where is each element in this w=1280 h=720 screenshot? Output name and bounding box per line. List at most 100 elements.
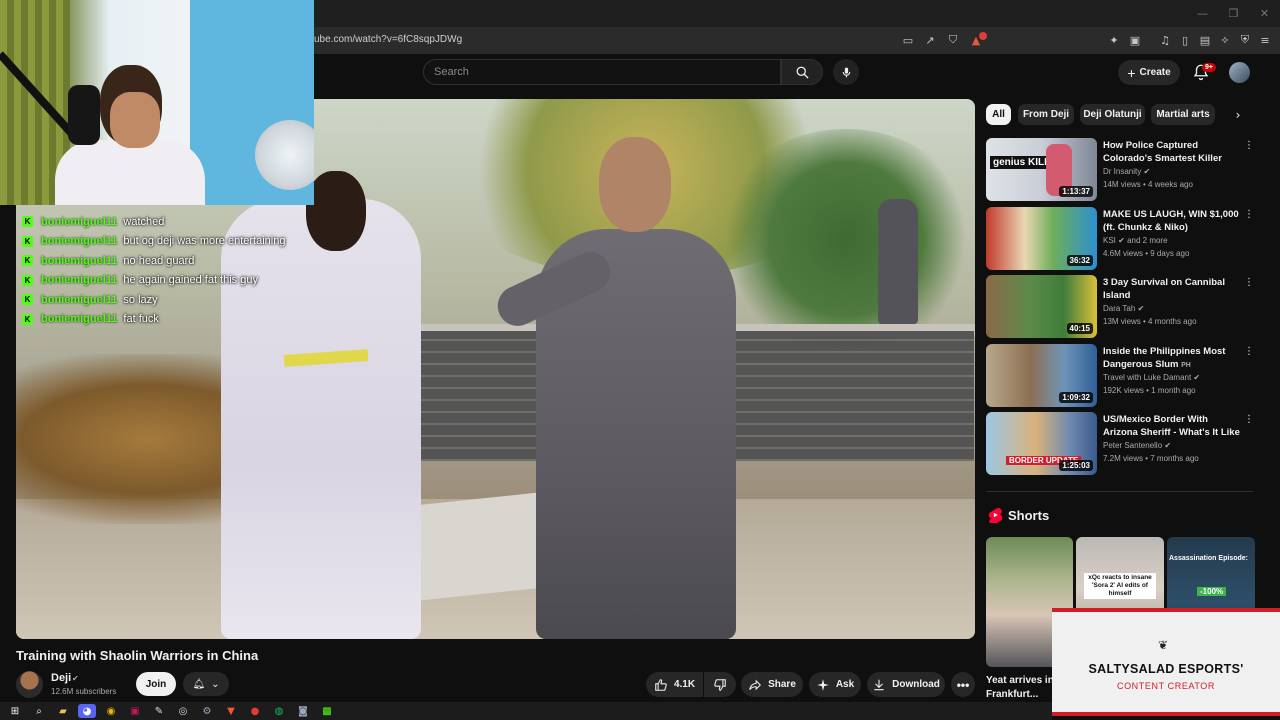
- channel-name[interactable]: Dr Insanity ✔: [1103, 167, 1150, 176]
- like-count: 4.1K: [673, 679, 696, 690]
- share-page-icon[interactable]: ↗: [922, 32, 938, 48]
- search-input[interactable]: [424, 60, 780, 84]
- channel-name[interactable]: KSI ✔ and 2 more: [1103, 236, 1168, 245]
- join-button[interactable]: Join: [136, 672, 176, 696]
- obs-icon[interactable]: ◎: [174, 704, 192, 718]
- chevron-right-icon[interactable]: ›: [1229, 106, 1247, 124]
- dislike-button[interactable]: [704, 672, 736, 697]
- verified-icon: ✔: [1143, 167, 1151, 176]
- recommendation-item[interactable]: genius KILLER 1:13:37 How Police Capture…: [986, 138, 1256, 202]
- video-title[interactable]: MAKE US LAUGH, WIN $1,000 (ft. Chunkz & …: [1103, 208, 1241, 234]
- download-button[interactable]: Download: [867, 672, 945, 697]
- leo-ai-icon[interactable]: ✧: [1217, 32, 1233, 48]
- search-field[interactable]: [423, 59, 781, 85]
- video-thumbnail[interactable]: 36:32: [986, 207, 1097, 270]
- brave-shield-icon[interactable]: ⛉: [945, 32, 961, 48]
- short-overlay-text: -100%: [1197, 587, 1227, 596]
- video-thumbnail[interactable]: 1:09:32: [986, 344, 1097, 407]
- chevron-down-icon: ⌄: [211, 678, 220, 690]
- channel-avatar[interactable]: [16, 671, 43, 698]
- plus-icon: +: [1127, 64, 1136, 81]
- webcam-microphone: [68, 85, 100, 145]
- menu-icon[interactable]: ≡: [1257, 32, 1273, 48]
- channel-name[interactable]: Travel with Luke Damant ✔: [1103, 373, 1200, 382]
- recommendation-item[interactable]: 36:32 MAKE US LAUGH, WIN $1,000 (ft. Chu…: [986, 207, 1256, 271]
- app-icon[interactable]: ▣: [126, 704, 144, 718]
- create-button[interactable]: + Create: [1118, 60, 1180, 85]
- recommendation-item[interactable]: BORDER UPDATE 1:25:03 US/Mexico Border W…: [986, 412, 1256, 476]
- vpn-icon[interactable]: ⛨: [1237, 32, 1253, 48]
- account-avatar[interactable]: [1229, 62, 1250, 83]
- video-thumbnail[interactable]: 40:15: [986, 275, 1097, 338]
- like-button[interactable]: 4.1K: [646, 672, 703, 697]
- wallet-icon[interactable]: ▤: [1197, 32, 1213, 48]
- thumbs-down-icon: [714, 678, 726, 691]
- chrome-icon[interactable]: ◉: [102, 704, 120, 718]
- more-vertical-icon[interactable]: ⋮: [1244, 346, 1254, 357]
- more-actions-button[interactable]: •••: [951, 672, 975, 697]
- record-icon[interactable]: ●: [246, 704, 264, 718]
- more-vertical-icon[interactable]: ⋮: [1244, 209, 1254, 220]
- video-duration: 1:13:37: [1059, 186, 1093, 197]
- kick-icon[interactable]: ▩: [318, 704, 336, 718]
- channel-name[interactable]: Peter Santenello ✔: [1103, 441, 1171, 450]
- more-horizontal-icon: •••: [956, 677, 970, 692]
- close-icon[interactable]: ✕: [1249, 0, 1280, 27]
- media-icon[interactable]: ♫: [1157, 32, 1173, 48]
- subscribed-notifications-button[interactable]: 🔔︎ ⌄: [183, 672, 229, 696]
- more-vertical-icon[interactable]: ⋮: [1244, 140, 1254, 151]
- share-button[interactable]: Share: [741, 672, 803, 697]
- search-icon[interactable]: ⌕: [30, 704, 48, 718]
- windows-start-icon[interactable]: ⊞: [6, 704, 24, 718]
- extensions-icon[interactable]: ✦: [1106, 32, 1122, 48]
- steam-icon[interactable]: ⚙: [198, 704, 216, 718]
- screenshot-icon[interactable]: ▣: [1127, 32, 1143, 48]
- minimize-icon[interactable]: —: [1187, 0, 1218, 27]
- url-text[interactable]: ube.com/watch?v=6fC8sqpJDWg: [314, 34, 462, 45]
- chip-all[interactable]: All: [986, 104, 1011, 125]
- chat-text: watched: [123, 215, 165, 228]
- shorts-logo-icon: [988, 508, 1002, 523]
- stream-chat-overlay: Kboniemiguel11 watched Kboniemiguel11 but …: [22, 212, 342, 329]
- file-explorer-icon[interactable]: ▰: [54, 704, 72, 718]
- banner-accent: [1052, 712, 1280, 716]
- chat-username: boniemiguel11: [41, 293, 118, 306]
- recommendation-item[interactable]: 40:15 3 Day Survival on Cannibal Island …: [986, 275, 1256, 339]
- ask-label: Ask: [835, 679, 855, 690]
- brave-icon[interactable]: ▼: [222, 704, 240, 718]
- chat-text: so lazy: [123, 293, 158, 306]
- recommendation-item[interactable]: 1:09:32 Inside the Philippines Most Dang…: [986, 344, 1256, 408]
- voice-search-button[interactable]: [833, 59, 859, 85]
- maximize-icon[interactable]: ❐: [1218, 0, 1249, 27]
- more-vertical-icon[interactable]: ⋮: [1244, 414, 1254, 425]
- channel-name[interactable]: Dara Tah ✔: [1103, 304, 1144, 313]
- window-controls: — ❐ ✕: [1187, 0, 1280, 27]
- video-title: Training with Shaolin Warriors in China: [16, 648, 259, 663]
- video-title[interactable]: US/Mexico Border With Arizona Sheriff - …: [1103, 413, 1241, 439]
- video-title[interactable]: Inside the Philippines Most Dangerous Sl…: [1103, 345, 1241, 371]
- cast-icon[interactable]: ▭: [900, 32, 916, 48]
- search-icon: [796, 66, 809, 79]
- chip-from-deji[interactable]: From Deji: [1018, 104, 1074, 125]
- short-caption: xQc reacts to insane 'Sora 2' AI edits o…: [1084, 573, 1156, 599]
- video-duration: 40:15: [1066, 323, 1093, 334]
- spotify-icon[interactable]: ◍: [270, 704, 288, 718]
- ask-button[interactable]: Ask: [809, 672, 861, 697]
- controller-icon[interactable]: ◙: [294, 704, 312, 718]
- pen-icon[interactable]: ✎: [150, 704, 168, 718]
- chat-username: boniemiguel11: [41, 274, 118, 287]
- discord-icon[interactable]: ◕: [78, 704, 96, 718]
- scene-monk-head: [599, 137, 671, 232]
- search-button[interactable]: [781, 59, 823, 85]
- chip-deji-olatunji[interactable]: Deji Olatunji: [1080, 104, 1145, 125]
- scene-tree: [716, 129, 975, 349]
- video-thumbnail[interactable]: genius KILLER 1:13:37: [986, 138, 1097, 201]
- video-title[interactable]: 3 Day Survival on Cannibal Island: [1103, 276, 1241, 302]
- video-title[interactable]: How Police Captured Colorado's Smartest …: [1103, 139, 1241, 165]
- channel-name[interactable]: Deji: [51, 672, 71, 684]
- sidebar-toggle-icon[interactable]: ▯: [1177, 32, 1193, 48]
- chip-martial-arts[interactable]: Martial arts: [1151, 104, 1215, 125]
- video-thumbnail[interactable]: BORDER UPDATE 1:25:03: [986, 412, 1097, 475]
- more-vertical-icon[interactable]: ⋮: [1244, 277, 1254, 288]
- chat-username: boniemiguel11: [41, 254, 118, 267]
